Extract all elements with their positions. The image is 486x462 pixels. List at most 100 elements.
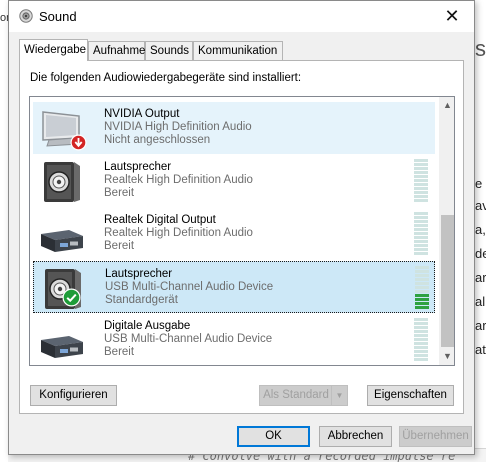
close-button[interactable]: ✕ (430, 1, 474, 32)
configure-button-label: Konfigurieren (39, 389, 108, 401)
level-meter-segment (415, 274, 429, 277)
device-name: Realtek Digital Output (104, 214, 216, 226)
background-char: e (475, 176, 483, 191)
apply-button[interactable]: Übernehmen (399, 426, 472, 447)
level-meter-segment (414, 159, 428, 162)
level-meter-segment (414, 224, 428, 227)
scroll-down-arrow-icon[interactable]: ▼ (439, 348, 454, 365)
device-list[interactable]: NVIDIA Output NVIDIA High Definition Aud… (29, 96, 455, 366)
device-description: USB Multi-Channel Audio Device (105, 281, 274, 293)
device-name: NVIDIA Output (104, 108, 180, 120)
device-status: Standardgerät (105, 294, 178, 306)
tab-aufnahme[interactable]: Aufnahme (88, 41, 145, 60)
background-char: at (475, 342, 486, 357)
level-meter-segment (414, 236, 428, 239)
level-meter-segment (414, 342, 428, 345)
device-item[interactable]: Lautsprecher Realtek High Definition Aud… (33, 155, 435, 207)
level-meter-segment (414, 220, 428, 223)
level-meter-segment (414, 358, 428, 361)
device-item[interactable]: Digitale Ausgabe USB Multi-Channel Audio… (33, 314, 435, 365)
background-char: av (475, 198, 486, 213)
tab-sounds[interactable]: Sounds (145, 41, 193, 60)
level-meter-segment (414, 191, 428, 194)
level-meter-segment (415, 270, 429, 273)
level-meter-segment (414, 232, 428, 235)
properties-button[interactable]: Eigenschaften (367, 385, 454, 406)
level-meter-segment (415, 298, 429, 301)
speaker-icon (44, 162, 80, 202)
device-description: NVIDIA High Definition Audio (104, 121, 252, 133)
apply-button-label: Übernehmen (402, 430, 469, 442)
background-char: de (475, 246, 486, 261)
sound-dialog: Sound ✕ Wiedergabe Aufnahme Sounds Kommu… (8, 0, 475, 455)
level-meter-segment (414, 183, 428, 186)
set-default-button[interactable]: Als Standard ▼ (259, 385, 348, 406)
level-meter-segment (414, 228, 428, 231)
level-meter-segment (414, 244, 428, 247)
level-meter (415, 266, 429, 309)
device-item-selected[interactable]: Lautsprecher USB Multi-Channel Audio Dev… (33, 261, 435, 313)
sound-app-icon (19, 9, 33, 23)
device-name: Lautsprecher (104, 161, 172, 173)
level-meter (414, 212, 428, 255)
ok-button[interactable]: OK (237, 426, 310, 447)
device-description: Realtek High Definition Audio (104, 174, 253, 186)
level-meter-segment (415, 294, 429, 297)
level-meter-segment (414, 195, 428, 198)
device-status: Bereit (104, 240, 135, 252)
tab-wiedergabe[interactable]: Wiedergabe (19, 39, 88, 61)
properties-button-label: Eigenschaften (374, 389, 447, 401)
background-char: a, (475, 222, 486, 237)
background-char: al (475, 294, 486, 309)
panel-heading: Die folgenden Audiowiedergabegeräte sind… (30, 72, 302, 84)
level-meter (414, 159, 428, 202)
device-item[interactable]: Realtek Digital Output Realtek High Defi… (33, 208, 435, 260)
list-scrollbar[interactable]: ▲ ▼ (439, 97, 454, 365)
device-description: Realtek High Definition Audio (104, 227, 253, 239)
chevron-down-icon[interactable]: ▼ (331, 386, 347, 405)
level-meter-segment (414, 199, 428, 202)
level-meter-segment (414, 248, 428, 251)
set-default-button-label: Als Standard (263, 389, 329, 401)
cancel-button[interactable]: Abbrechen (319, 426, 392, 447)
default-device-check-icon (62, 288, 81, 307)
background-char: ar (475, 270, 486, 285)
level-meter-segment (414, 167, 428, 170)
level-meter-segment (415, 278, 429, 281)
level-meter-segment (414, 326, 428, 329)
ok-button-label: OK (265, 430, 282, 442)
device-description: USB Multi-Channel Audio Device (104, 333, 273, 345)
device-item[interactable]: NVIDIA Output NVIDIA High Definition Aud… (33, 102, 435, 154)
level-meter-segment (415, 306, 429, 309)
level-meter (414, 318, 428, 361)
level-meter-segment (414, 322, 428, 325)
device-status: Bereit (104, 187, 135, 199)
level-meter-segment (414, 179, 428, 182)
configure-button[interactable]: Konfigurieren (30, 385, 117, 406)
background-window-edge-right: s e av a, de ar al ar at (475, 0, 486, 462)
background-char: s (475, 36, 486, 61)
level-meter-segment (414, 212, 428, 215)
level-meter-segment (415, 266, 429, 269)
title-bar[interactable]: Sound ✕ (9, 1, 474, 32)
level-meter-segment (414, 216, 428, 219)
device-name: Lautsprecher (105, 268, 173, 280)
level-meter-segment (415, 290, 429, 293)
tab-kommunikation[interactable]: Kommunikation (193, 41, 283, 60)
scrollbar-thumb[interactable] (441, 215, 454, 347)
scroll-up-arrow-icon[interactable]: ▲ (439, 97, 454, 114)
level-meter-segment (414, 354, 428, 357)
level-meter-segment (415, 302, 429, 305)
digital-output-icon (41, 336, 83, 358)
level-meter-segment (414, 338, 428, 341)
level-meter-segment (414, 252, 428, 255)
device-status: Bereit (104, 346, 135, 358)
cancel-button-label: Abbrechen (327, 430, 384, 442)
window-title: Sound (39, 9, 77, 24)
close-icon: ✕ (444, 6, 460, 26)
level-meter-segment (414, 163, 428, 166)
background-window-edge-left: on (0, 0, 12, 462)
level-meter-segment (414, 187, 428, 190)
level-meter-segment (414, 330, 428, 333)
disconnected-badge-icon (70, 134, 87, 151)
